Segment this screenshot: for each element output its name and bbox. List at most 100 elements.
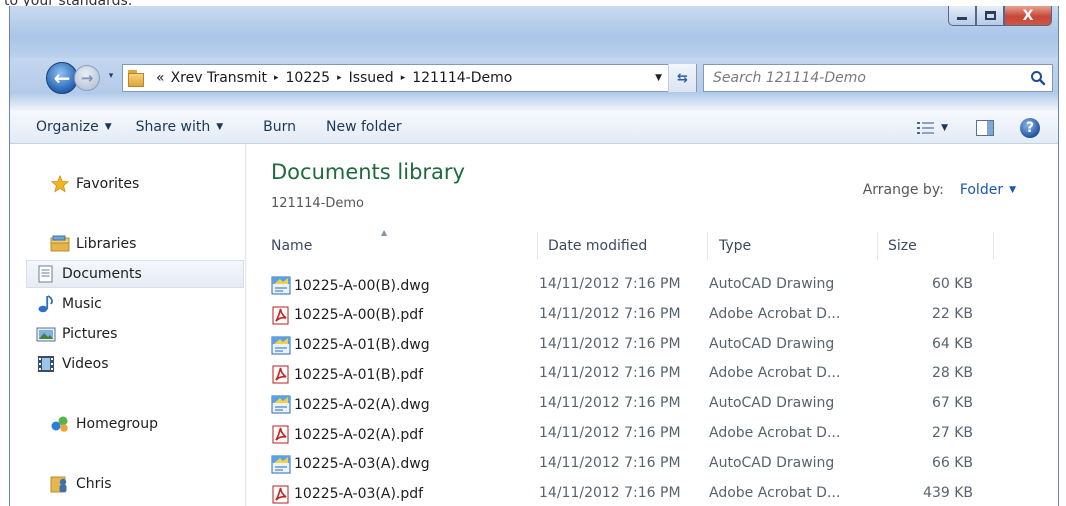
sidebar-item-documents[interactable]: Documents — [26, 260, 244, 288]
column-header-date-modified[interactable]: Date modified — [548, 232, 708, 260]
dwg-file-icon — [271, 455, 291, 474]
file-type: Adobe Acrobat D... — [709, 305, 841, 322]
forward-arrow-icon: → — [80, 69, 94, 87]
file-date-modified: 14/11/2012 7:16 PM — [539, 425, 681, 441]
close-button[interactable]: X — [1004, 6, 1052, 26]
breadcrumb-overflow[interactable]: « — [156, 70, 165, 86]
help-icon[interactable]: ? — [1020, 117, 1040, 138]
file-name[interactable]: 10225-A-00(B).pdf — [294, 307, 423, 323]
sidebar-item-music[interactable]: Music — [36, 290, 102, 318]
new-folder-button[interactable]: New folder — [326, 119, 402, 135]
change-view-icon[interactable] — [917, 121, 935, 135]
column-header-name[interactable]: Name — [271, 232, 523, 260]
file-name-cell: 10225-A-00(B).pdf — [271, 306, 423, 325]
maximize-icon — [984, 11, 996, 20]
breadcrumb-item-xrev-transmit[interactable]: Xrev Transmit — [171, 70, 267, 86]
file-type: Adobe Acrobat D... — [709, 484, 841, 501]
breadcrumb-item-issued[interactable]: Issued — [349, 70, 394, 86]
file-name[interactable]: 10225-A-01(B).pdf — [294, 367, 423, 383]
address-bar[interactable]: « Xrev Transmit ▸ 10225 ▸ Issued ▸ 12111… — [122, 64, 697, 92]
breadcrumb-separator-icon[interactable]: ▸ — [337, 73, 342, 83]
dwg-file-icon — [271, 276, 291, 295]
sidebar-item-label: Pictures — [62, 326, 118, 342]
sidebar-item-homegroup[interactable]: Homegroup — [50, 410, 158, 438]
recent-pages-dropdown[interactable]: ▾ — [104, 67, 118, 85]
sidebar-item-libraries[interactable]: Libraries — [50, 230, 136, 258]
file-row[interactable]: 10225-A-03(A).pdf 14/11/2012 7:16 PM Adobe… — [271, 479, 1011, 506]
title-bar[interactable]: X — [10, 6, 1058, 58]
breadcrumb-separator-icon[interactable]: ▸ — [401, 73, 406, 83]
file-row[interactable]: 10225-A-00(B).pdf 14/11/2012 7:16 PM Adobe… — [271, 300, 1011, 329]
file-row[interactable]: 10225-A-00(B).dwg 14/11/2012 7:16 PM AutoC… — [271, 270, 1011, 299]
music-icon — [38, 295, 53, 313]
file-name[interactable]: 10225-A-02(A).pdf — [294, 427, 423, 443]
column-divider[interactable] — [993, 232, 994, 260]
file-name[interactable]: 10225-A-00(B).dwg — [294, 278, 430, 294]
file-size: 67 KB — [931, 395, 973, 412]
file-type: Adobe Acrobat D... — [709, 365, 841, 382]
file-name-cell: 10225-A-00(B).dwg — [271, 276, 430, 295]
column-divider[interactable] — [707, 232, 708, 260]
new-folder-label: New folder — [326, 119, 402, 135]
file-name[interactable]: 10225-A-03(A).dwg — [294, 456, 430, 472]
search-icon[interactable] — [1030, 70, 1046, 86]
share-with-label: Share with — [135, 119, 211, 135]
sidebar-item-videos[interactable]: Videos — [36, 350, 109, 378]
star-icon — [50, 175, 70, 193]
folder-icon — [128, 69, 150, 87]
user-folder-icon — [50, 476, 67, 493]
file-size: 27 KB — [931, 425, 973, 441]
library-title: Documents library — [271, 160, 465, 184]
maximize-button[interactable] — [976, 6, 1004, 26]
file-date-modified: 14/11/2012 7:16 PM — [539, 454, 681, 471]
search-input[interactable] — [704, 70, 1004, 86]
address-dropdown-icon[interactable]: ▼ — [655, 73, 662, 83]
file-name[interactable]: 10225-A-03(A).pdf — [294, 486, 423, 502]
pdf-file-icon — [272, 485, 289, 504]
breadcrumb-separator-icon[interactable]: ▸ — [274, 73, 279, 83]
file-row[interactable]: 10225-A-03(A).dwg 14/11/2012 7:16 PM AutoC… — [271, 449, 1011, 478]
sidebar-item-chris[interactable]: Chris — [50, 470, 112, 498]
sidebar-item-favorites[interactable]: Favorites — [50, 170, 139, 198]
file-date-modified: 14/11/2012 7:16 PM — [539, 395, 681, 412]
navigation-bar: ← → ▾ « Xrev Transmit ▸ 10225 ▸ Issued ▸… — [10, 58, 1058, 94]
forward-button[interactable]: → — [74, 65, 100, 91]
close-icon: X — [1022, 7, 1034, 24]
file-size: 22 KB — [931, 305, 973, 322]
arrange-by-dropdown[interactable]: Folder — [960, 182, 1003, 198]
search-box[interactable] — [703, 64, 1053, 92]
share-with-button[interactable]: Share with ▼ — [136, 119, 223, 135]
command-bar: Organize ▼ Share with ▼ Burn New folder … — [10, 94, 1058, 144]
file-name[interactable]: 10225-A-01(B).dwg — [294, 337, 430, 353]
breadcrumb-item-121114-demo[interactable]: 121114-Demo — [412, 70, 512, 86]
file-type: AutoCAD Drawing — [709, 454, 835, 471]
file-row[interactable]: 10225-A-01(B).pdf 14/11/2012 7:16 PM Adobe… — [271, 359, 1011, 388]
refresh-icon: ⇆ — [677, 70, 688, 86]
homegroup-icon — [51, 416, 68, 432]
file-type: Adobe Acrobat D... — [709, 425, 841, 441]
column-header-size[interactable]: Size — [888, 232, 988, 260]
refresh-button[interactable]: ⇆ — [668, 64, 696, 92]
breadcrumb-item-10225[interactable]: 10225 — [286, 70, 331, 86]
sidebar-item-label: Documents — [62, 266, 142, 282]
column-divider[interactable] — [877, 232, 878, 260]
file-row[interactable]: 10225-A-02(A).dwg 14/11/2012 7:16 PM AutoC… — [271, 389, 1011, 418]
column-divider[interactable] — [537, 232, 538, 260]
burn-button[interactable]: Burn — [263, 119, 296, 135]
file-size: 439 KB — [923, 484, 973, 501]
chevron-down-icon[interactable]: ▼ — [1009, 185, 1016, 195]
organize-button[interactable]: Organize ▼ — [36, 119, 112, 135]
file-date-modified: 14/11/2012 7:16 PM — [539, 335, 681, 352]
file-row[interactable]: 10225-A-02(A).pdf 14/11/2012 7:16 PM Adobe… — [271, 419, 1011, 448]
sidebar-item-pictures[interactable]: Pictures — [36, 320, 117, 348]
dwg-file-icon — [271, 336, 291, 355]
videos-icon — [38, 356, 54, 372]
column-header-type[interactable]: Type — [719, 232, 869, 260]
file-row[interactable]: 10225-A-01(B).dwg 14/11/2012 7:16 PM AutoC… — [271, 330, 1011, 359]
file-name[interactable]: 10225-A-02(A).dwg — [294, 397, 430, 413]
view-options-dropdown[interactable]: ▼ — [941, 123, 948, 133]
minimize-button[interactable] — [948, 6, 976, 26]
preview-pane-icon[interactable] — [976, 119, 994, 136]
burn-label: Burn — [263, 119, 297, 135]
dwg-file-icon — [271, 395, 291, 414]
